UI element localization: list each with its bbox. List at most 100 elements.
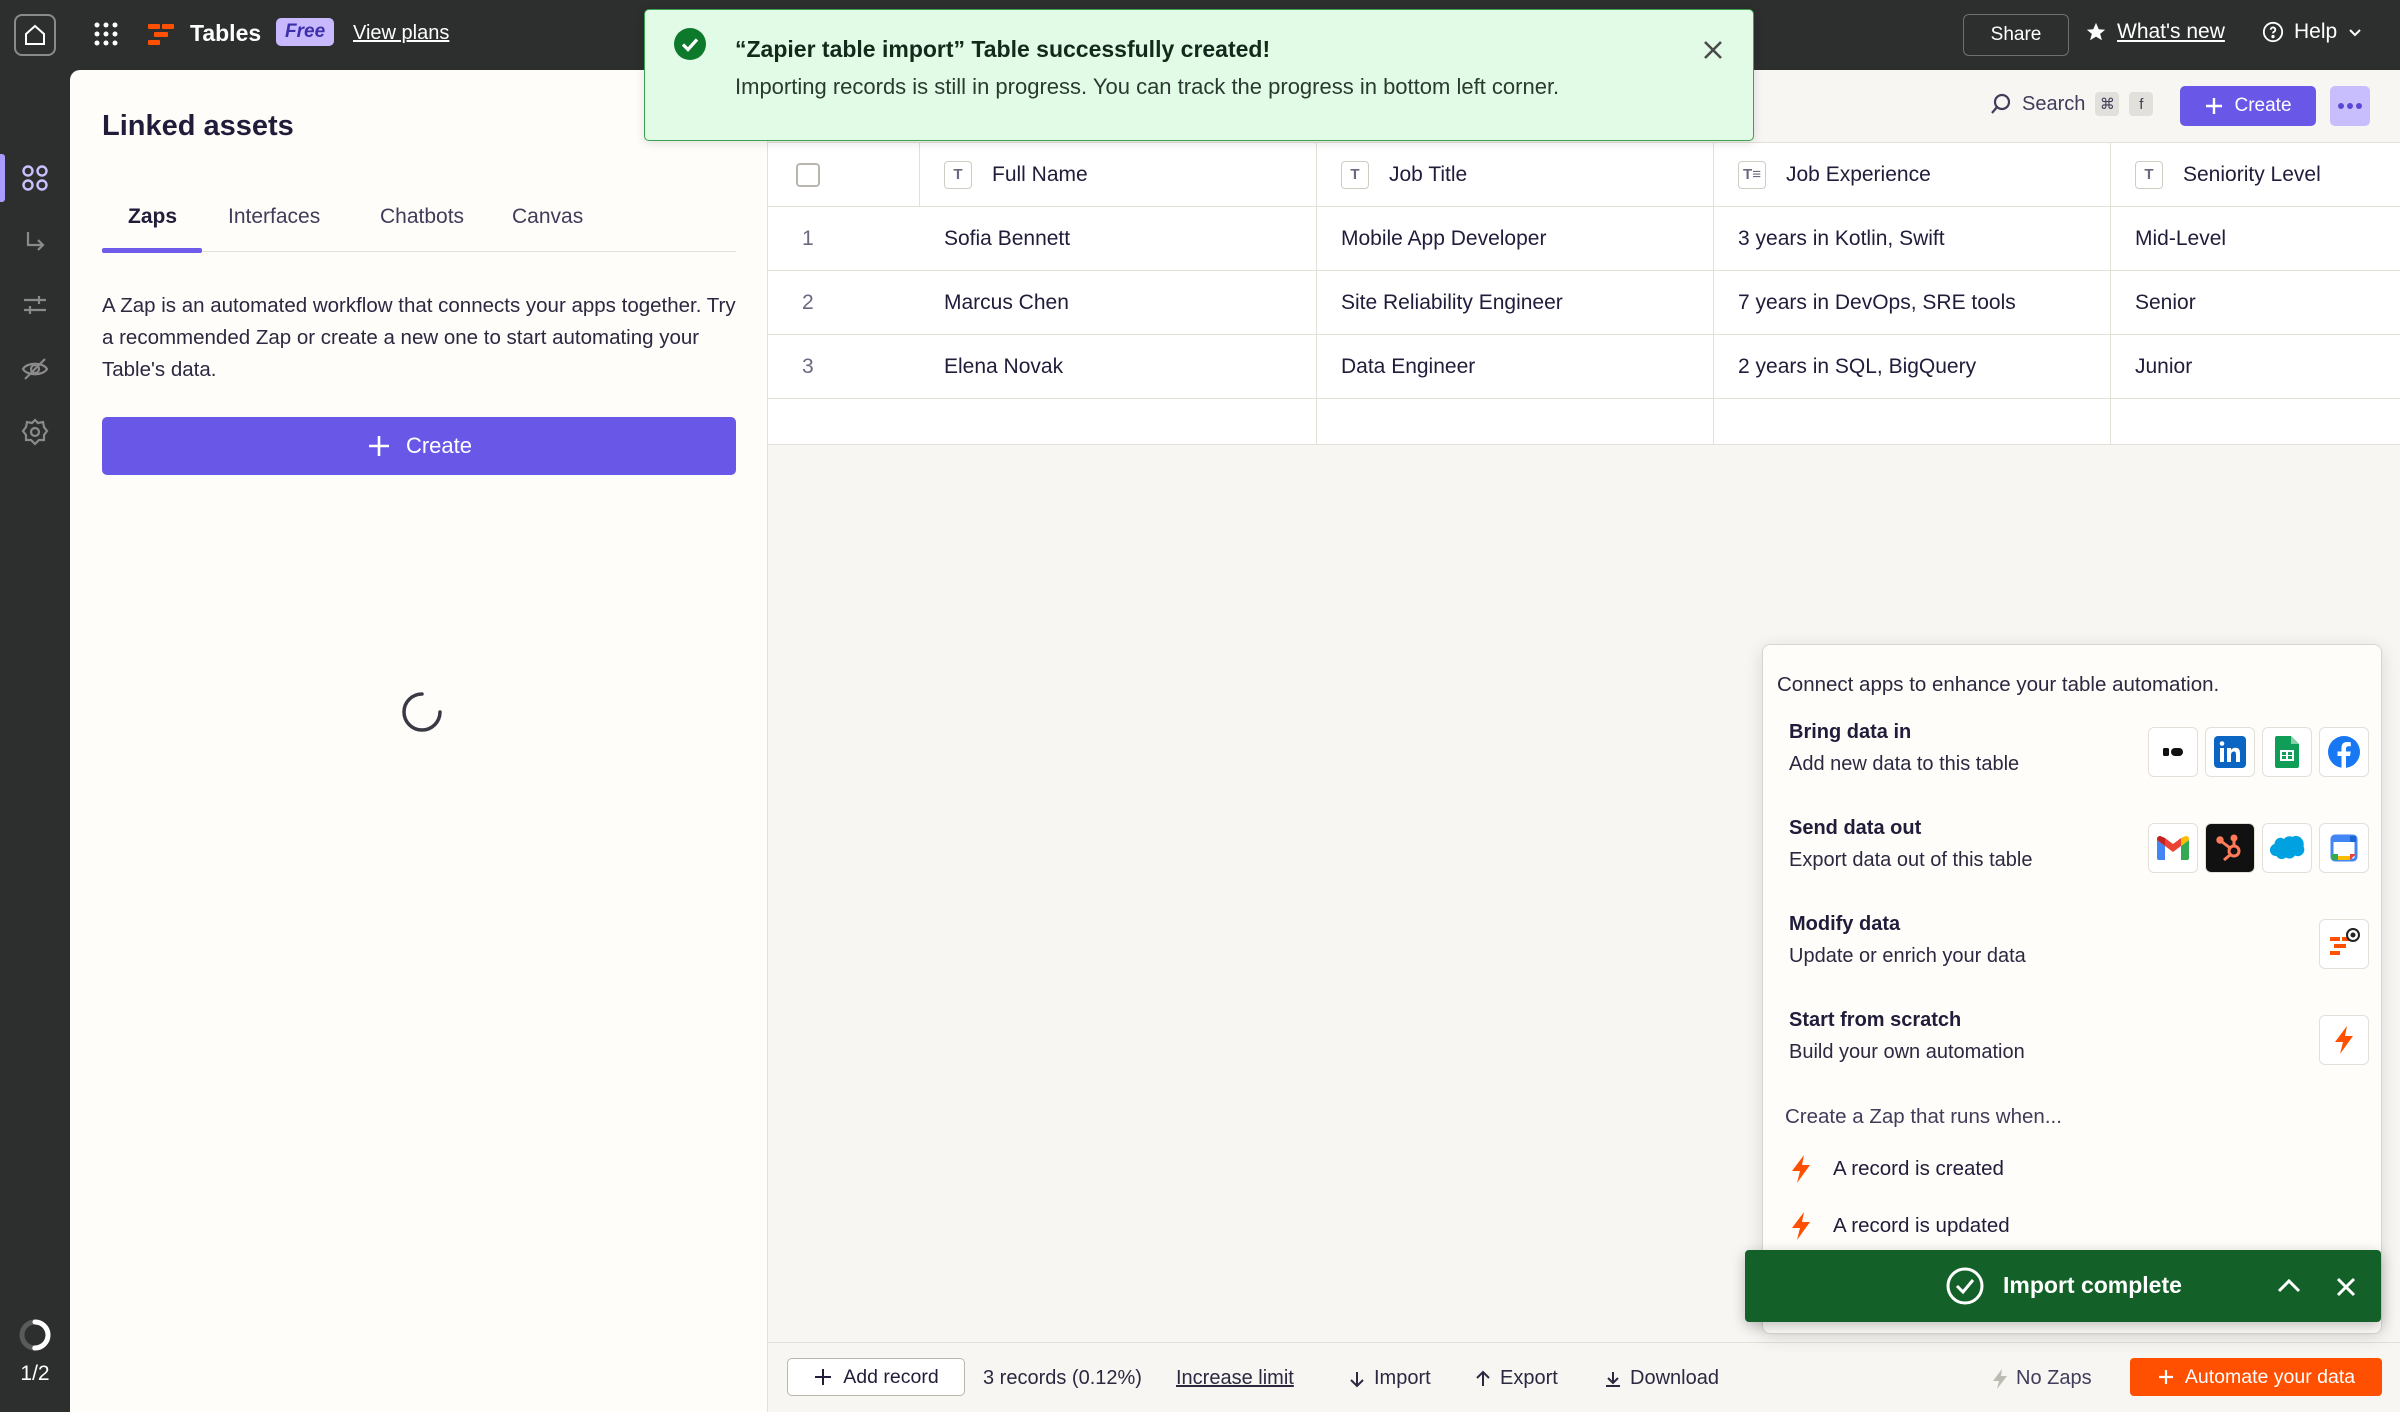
cell-job-experience[interactable]: 7 years in DevOps, SRE tools [1714,271,2111,334]
cell-job-experience[interactable]: 2 years in SQL, BigQuery [1714,335,2111,398]
cell-job-title[interactable]: Mobile App Developer [1317,207,1714,270]
download-button[interactable]: Download [1604,1367,1719,1390]
plus-icon [2206,98,2223,114]
row-number: 2 [802,290,814,314]
whats-new-link[interactable]: What's new [2085,20,2225,44]
table-row[interactable]: 3 Elena Novak Data Engineer 2 years in S… [768,335,2400,399]
export-button[interactable]: Export [1474,1367,1558,1390]
start-from-scratch-option[interactable]: Start from scratch Build your own automa… [1789,1003,2369,1073]
share-button[interactable]: Share [1963,14,2069,56]
loading-spinner-icon [402,692,442,732]
help-label: Help [2294,20,2338,43]
home-button[interactable] [14,14,56,56]
rail-item-automations[interactable] [18,225,52,259]
empty-new-row[interactable] [768,399,2400,445]
column-header-full-name[interactable]: T Full Name [920,143,1317,206]
import-complete-label: Import complete [2003,1272,2182,1298]
zap-bolt-icon[interactable] [2319,1015,2369,1065]
rail-item-filters[interactable] [18,288,52,322]
import-label: Import [1374,1367,1431,1389]
view-plans-link[interactable]: View plans [353,22,449,45]
empty-cell [2111,399,2400,444]
sliders-icon [24,296,46,314]
option-title: Start from scratch [1789,1009,1962,1031]
import-button[interactable]: Import [1348,1367,1431,1390]
chevron-up-icon[interactable] [2275,1274,2303,1298]
records-table: T Full Name T Job Title T≡ Job Experienc… [768,142,2400,445]
cell-job-title[interactable]: Data Engineer [1317,335,1714,398]
column-header-label: Full Name [992,162,1088,186]
automate-your-data-button[interactable]: Automate your data [2130,1358,2382,1396]
select-all-checkbox[interactable] [796,162,820,187]
cell-job-experience[interactable]: 3 years in Kotlin, Swift [1714,207,2111,270]
cell-seniority-level[interactable]: Junior [2111,335,2400,398]
rail-item-settings[interactable] [18,415,52,449]
cell-full-name[interactable]: Marcus Chen [920,271,1317,334]
send-data-out-option[interactable]: Send data out Export data out of this ta… [1789,811,2369,881]
help-menu[interactable]: Help [2262,20,2363,44]
create-button[interactable]: Create [2180,86,2316,126]
close-icon[interactable] [1699,36,1727,64]
trigger-record-created[interactable]: A record is created [1791,1155,2004,1183]
table-row[interactable]: 2 Marcus Chen Site Reliability Engineer … [768,271,2400,335]
cell-seniority-level[interactable]: Senior [2111,271,2400,334]
trigger-record-updated[interactable]: A record is updated [1791,1212,2010,1240]
create-zap-button[interactable]: Create [102,417,736,475]
bolt-icon [1993,1368,2007,1389]
option-title: Bring data in [1789,721,1912,743]
facebook-icon[interactable] [2319,727,2369,777]
hubspot-icon[interactable] [2205,823,2255,873]
no-zaps-label: No Zaps [2016,1367,2092,1389]
runs-when-heading: Create a Zap that runs when... [1785,1105,2062,1128]
gmail-icon[interactable] [2148,823,2198,873]
table-row[interactable]: 1 Sofia Bennett Mobile App Developer 3 y… [768,207,2400,271]
create-zap-label: Create [405,433,473,458]
rail-item-linked-assets[interactable] [18,161,52,195]
left-rail: 1/2 [0,70,70,1412]
column-header-job-experience[interactable]: T≡ Job Experience [1714,143,2111,206]
download-label: Download [1630,1367,1719,1389]
zapier-tables-icon[interactable] [2319,919,2369,969]
increase-limit-link[interactable]: Increase limit [1176,1367,1294,1390]
connect-apps-panel: Connect apps to enhance your table autom… [1762,644,2382,1334]
tab-chatbots[interactable]: Chatbots [380,202,464,252]
close-icon[interactable] [2335,1276,2357,1298]
tab-interfaces[interactable]: Interfaces [228,202,320,252]
typeform-icon[interactable] [2148,727,2198,777]
google-sheets-icon[interactable] [2262,727,2312,777]
tab-zaps[interactable]: Zaps [128,202,177,252]
table-footer: Add record 3 records (0.12%) Increase li… [768,1342,2400,1412]
option-title: Send data out [1789,817,1922,839]
option-description: Export data out of this table [1789,849,2033,871]
trigger-label: A record is created [1833,1157,2004,1180]
column-header-seniority-level[interactable]: T Seniority Level [2111,143,2400,206]
more-options-button[interactable] [2330,86,2370,126]
app-grid-icon[interactable] [92,20,120,48]
linkedin-icon[interactable] [2205,727,2255,777]
column-header-job-title[interactable]: T Job Title [1317,143,1714,206]
linked-assets-panel: Linked assets Zaps Interfaces Chatbots C… [70,70,768,1412]
panel-title: Linked assets [102,110,294,142]
cell-seniority-level[interactable]: Mid-Level [2111,207,2400,270]
check-circle-filled-icon [674,28,706,60]
bring-data-in-option[interactable]: Bring data in Add new data to this table [1789,715,2369,785]
add-record-button[interactable]: Add record [787,1358,965,1396]
download-icon [1606,1371,1620,1387]
cell-full-name[interactable]: Elena Novak [920,335,1317,398]
salesforce-icon[interactable] [2262,823,2312,873]
cell-full-name[interactable]: Sofia Bennett [920,207,1317,270]
rail-item-visibility[interactable] [18,352,52,386]
modify-data-option[interactable]: Modify data Update or enrich your data [1789,907,2369,977]
tab-canvas[interactable]: Canvas [512,202,583,252]
no-zaps-indicator[interactable]: No Zaps [1992,1367,2092,1390]
google-calendar-icon[interactable] [2319,823,2369,873]
row-number: 1 [802,226,814,250]
plus-icon [815,1369,832,1385]
search-button[interactable]: Search ⌘ f [1990,92,2154,116]
automate-label: Automate your data [2184,1365,2356,1388]
import-complete-toast: Import complete [1745,1250,2381,1322]
export-label: Export [1500,1367,1558,1389]
cell-job-title[interactable]: Site Reliability Engineer [1317,271,1714,334]
import-progress-ring[interactable] [17,1317,53,1353]
long-text-type-icon: T≡ [1738,160,1766,189]
